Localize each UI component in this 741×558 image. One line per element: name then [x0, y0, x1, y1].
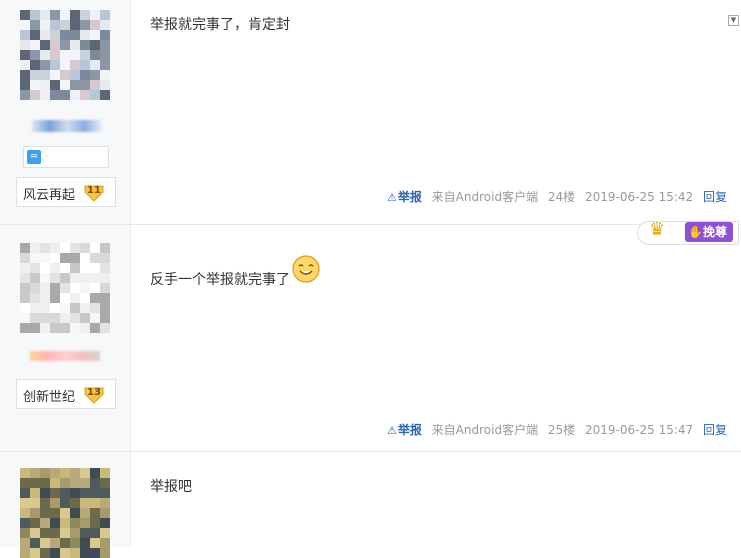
username-blurred[interactable]	[30, 351, 100, 361]
level-box[interactable]: 创新世纪 13	[16, 379, 116, 409]
level-box[interactable]: 风云再起 11	[16, 177, 116, 207]
client-label[interactable]: 来自Android客户端	[432, 190, 538, 204]
warning-triangle-icon[interactable]: ⚠	[387, 424, 397, 437]
client-label[interactable]: 来自Android客户端	[432, 423, 538, 437]
reply-link[interactable]: 回复	[703, 190, 727, 204]
crown-icon: ♛	[649, 219, 666, 240]
zun-tag[interactable]: ♛ ✋挽尊	[637, 219, 739, 245]
post-content: 举报吧	[150, 479, 192, 495]
reply-link[interactable]: 回复	[703, 423, 727, 437]
report-link[interactable]: 举报	[398, 423, 422, 437]
post-time: 2019-06-25 15:47	[585, 423, 694, 437]
post-26: 举报吧	[0, 452, 741, 558]
avatar[interactable]	[20, 10, 110, 100]
post-tail: ⚠举报 来自Android客户端 24楼 2019-06-25 15:42 回复	[381, 188, 727, 205]
username-blurred[interactable]	[32, 120, 102, 132]
level-badge-icon: 11	[83, 181, 105, 203]
level-number: 13	[87, 387, 101, 398]
author-panel: ≈ 风云再起 11	[0, 0, 131, 224]
zun-button[interactable]: ✋挽尊	[685, 222, 733, 242]
dropdown-arrow-icon[interactable]: ▼	[728, 15, 739, 26]
post-content: 举报就完事了，肯定封	[150, 17, 290, 33]
avatar[interactable]	[20, 243, 110, 333]
user-badge[interactable]: ≈	[23, 146, 109, 168]
post-tail: ⚠举报 来自Android客户端 25楼 2019-06-25 15:47 回复	[381, 421, 727, 438]
author-panel	[0, 452, 131, 558]
author-panel: 创新世纪 13	[0, 225, 131, 451]
floor-number: 25楼	[547, 423, 576, 437]
post-25: 创新世纪 13 ♛ ✋挽尊 反手一个举报就完事了 ⚠举报 来自Android客户…	[0, 219, 741, 452]
level-name: 创新世纪	[23, 390, 76, 405]
post-content: 反手一个举报就完事了	[150, 255, 320, 289]
level-badge-icon: 13	[83, 383, 105, 405]
post-time: 2019-06-25 15:42	[585, 190, 694, 204]
level-name: 风云再起	[23, 188, 76, 203]
floor-number: 24楼	[547, 190, 576, 204]
level-number: 11	[87, 185, 101, 196]
report-link[interactable]: 举报	[398, 190, 422, 204]
smiley-icon	[292, 255, 320, 283]
warning-triangle-icon[interactable]: ⚠	[387, 191, 397, 204]
post-text: 反手一个举报就完事了	[150, 272, 290, 288]
zun-label: 挽尊	[702, 225, 727, 239]
wave-badge-icon: ≈	[27, 150, 41, 164]
post-24: ≈ 风云再起 11 ▼ 举报就完事了，肯定封 ⚠举报 来自Android客户端 …	[0, 0, 741, 225]
